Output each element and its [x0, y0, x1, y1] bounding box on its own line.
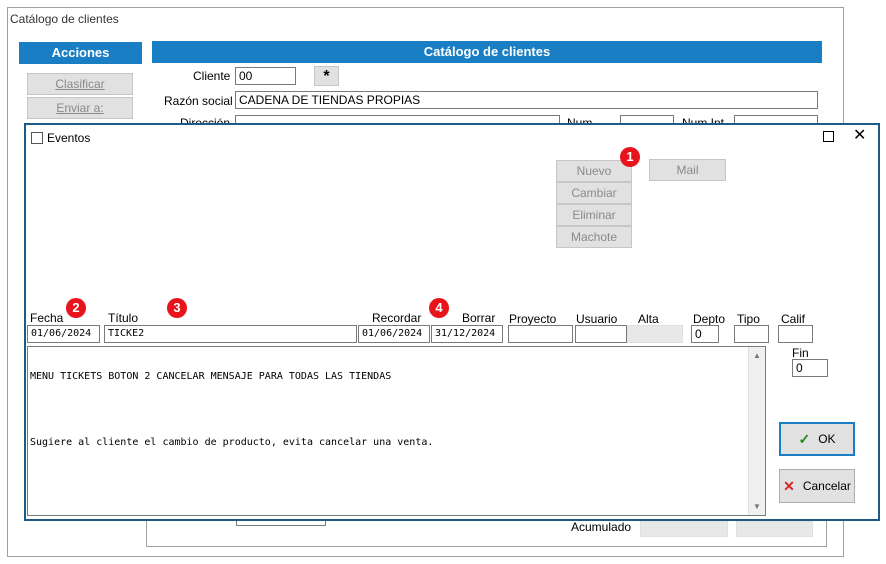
cancel-label: Cancelar	[802, 479, 851, 493]
recordar-label: Recordar	[372, 311, 422, 325]
fecha-field[interactable]: 01/06/2024	[27, 325, 100, 343]
text-line-2	[30, 404, 433, 415]
calif-label: Calif	[781, 312, 806, 326]
text-line-3: Sugiere al cliente el cambio de producto…	[30, 437, 434, 448]
titulo-label: Título	[108, 311, 139, 325]
bg-partial-field[interactable]	[236, 521, 326, 526]
badge-3: 3	[167, 298, 187, 318]
acumulado-label: Acumulado	[571, 520, 632, 534]
tipo-label: Tipo	[737, 312, 760, 326]
depto-field[interactable]: 0	[691, 325, 719, 343]
alta-label: Alta	[638, 312, 659, 326]
bg-divider-bottom	[146, 546, 826, 547]
clasificar-button[interactable]: Clasificar	[27, 73, 133, 95]
actions-header: Acciones	[19, 42, 142, 64]
proyecto-field[interactable]	[508, 325, 573, 343]
titulo-field[interactable]: TICKE2	[104, 325, 357, 343]
checkmark-icon: ✓	[798, 430, 811, 447]
scroll-down-icon[interactable]: ▼	[753, 502, 761, 511]
tipo-field[interactable]	[734, 325, 769, 343]
recordar-field[interactable]: 01/06/2024	[358, 325, 430, 343]
ok-label: OK	[818, 432, 836, 446]
mail-button[interactable]: Mail	[649, 159, 726, 181]
cliente-field[interactable]: 00	[235, 67, 296, 85]
acumulado-field	[640, 521, 728, 537]
window-icon	[31, 132, 43, 144]
borrar-label: Borrar	[462, 311, 496, 325]
calif-field[interactable]	[778, 325, 813, 343]
alta-field	[627, 325, 683, 343]
fecha-label: Fecha	[30, 311, 64, 325]
dialog-title: Eventos	[47, 131, 91, 145]
scroll-up-icon[interactable]: ▲	[753, 351, 761, 360]
acumulado-field-2	[736, 521, 813, 537]
ok-button[interactable]: ✓ OK	[779, 422, 855, 456]
machote-button[interactable]: Machote	[556, 226, 632, 248]
enviar-a-button[interactable]: Enviar a:	[27, 97, 133, 119]
borrar-field[interactable]: 31/12/2024	[431, 325, 503, 343]
maximize-icon[interactable]	[823, 131, 834, 142]
close-icon[interactable]: ✕	[853, 127, 866, 145]
fin-label: Fin	[792, 346, 809, 360]
fin-field[interactable]: 0	[792, 359, 828, 377]
cross-icon: ✕	[783, 477, 795, 494]
razon-social-field[interactable]: CADENA DE TIENDAS PROPIAS	[235, 91, 818, 109]
usuario-label: Usuario	[576, 312, 618, 326]
event-textarea[interactable]: MENU TICKETS BOTON 2 CANCELAR MENSAJE PA…	[27, 346, 766, 516]
background-window-title: Catálogo de clientes	[10, 12, 119, 26]
eliminar-button[interactable]: Eliminar	[556, 204, 632, 226]
text-line-1: MENU TICKETS BOTON 2 CANCELAR MENSAJE PA…	[30, 371, 392, 382]
vertical-scrollbar[interactable]: ▲ ▼	[748, 347, 765, 515]
bg-divider-right	[826, 521, 827, 547]
badge-2: 2	[66, 298, 86, 318]
star-button[interactable]: *	[314, 66, 339, 86]
cliente-label: Cliente	[193, 69, 231, 83]
nuevo-button[interactable]: Nuevo	[556, 160, 632, 182]
proyecto-label: Proyecto	[509, 312, 557, 326]
usuario-field[interactable]	[575, 325, 627, 343]
cancel-button[interactable]: ✕ Cancelar	[779, 469, 855, 503]
cambiar-button[interactable]: Cambiar	[556, 182, 632, 204]
bg-divider-left	[146, 521, 147, 547]
depto-label: Depto	[693, 312, 726, 326]
catalog-header: Catálogo de clientes	[152, 41, 822, 63]
razon-social-label: Razón social	[164, 94, 233, 108]
badge-4: 4	[429, 298, 449, 318]
badge-1: 1	[620, 147, 640, 167]
